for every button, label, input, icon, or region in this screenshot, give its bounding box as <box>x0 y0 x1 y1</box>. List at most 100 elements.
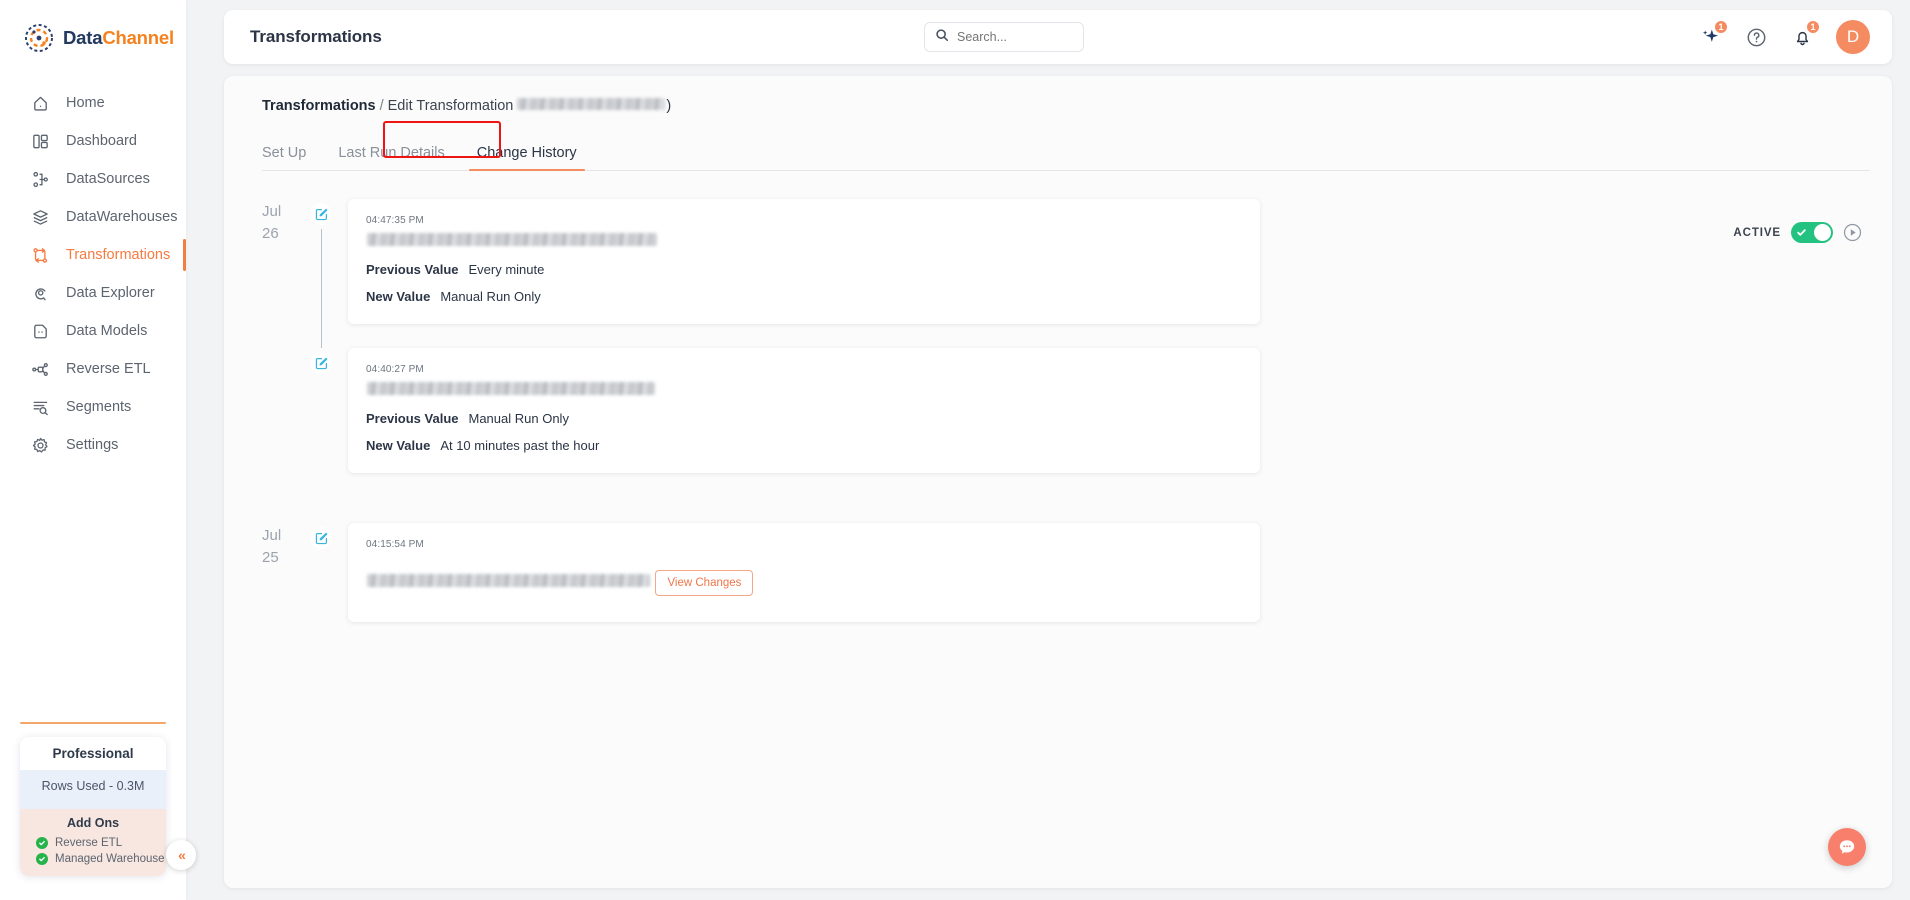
settings-icon <box>30 435 50 455</box>
transformations-icon <box>30 245 50 265</box>
tab-set-up[interactable]: Set Up <box>262 145 322 170</box>
plan-rows-used: Rows Used - 0.3M <box>20 770 166 809</box>
entry-field-value: Manual Run Only <box>440 289 541 304</box>
edit-entry-icon <box>310 527 332 549</box>
brand[interactable]: DataChannel <box>0 0 186 76</box>
plan-divider <box>20 722 166 724</box>
entry-field-value: At 10 minutes past the hour <box>440 438 600 453</box>
sidebar-item-dashboard[interactable]: Dashboard <box>0 122 186 160</box>
view-changes-button[interactable]: View Changes <box>655 570 754 596</box>
timeline-date-month: Jul <box>262 527 282 544</box>
edit-entry-icon <box>310 203 332 225</box>
entry-field: Previous Value Every minute <box>366 262 1240 277</box>
timeline-connector-line <box>321 229 322 348</box>
tabs: Set Up Last Run Details Change History <box>224 121 1892 171</box>
content-panel: Transformations / Edit Transformation ) … <box>224 76 1892 888</box>
timeline-date-month: Jul <box>262 203 282 220</box>
sidebar-item-segments[interactable]: Segments <box>0 388 186 426</box>
sidebar-item-label: DataSources <box>66 171 150 187</box>
change-entry-card: 04:47:35 PM Previous Value Every minute … <box>348 199 1260 324</box>
timeline-date: Jul 25 <box>224 523 294 646</box>
entry-timestamp: 04:40:27 PM <box>366 364 424 375</box>
change-history-timeline: Jul 26 04:47:35 PM Previous Value Every … <box>224 171 1892 646</box>
breadcrumb: Transformations / Edit Transformation ) <box>224 76 1892 114</box>
timeline-rail <box>294 348 348 497</box>
search-icon <box>935 28 949 47</box>
timeline-group: Jul 26 04:47:35 PM Previous Value Every … <box>224 199 1892 348</box>
page-title: Transformations <box>250 27 382 46</box>
timeline-entries: 04:47:35 PM Previous Value Every minute … <box>348 199 1260 348</box>
sidebar-item-label: Home <box>66 95 105 111</box>
timeline-date-day: 26 <box>262 224 279 242</box>
sidebar-item-data-explorer[interactable]: Data Explorer <box>0 274 186 312</box>
breadcrumb-root[interactable]: Transformations <box>262 98 376 114</box>
data-explorer-icon <box>30 283 50 303</box>
edit-entry-icon <box>310 352 332 374</box>
chat-support-button[interactable] <box>1828 828 1866 866</box>
datachannel-logo-icon <box>24 23 54 53</box>
sidebar-collapse-button[interactable]: « <box>166 840 196 870</box>
entry-field-value: Manual Run Only <box>468 411 569 426</box>
tab-change-history[interactable]: Change History <box>461 145 593 171</box>
notifications-button[interactable]: 1 <box>1790 20 1820 49</box>
entry-field: Previous Value Manual Run Only <box>366 411 1240 426</box>
chat-bubble-icon <box>1837 837 1857 857</box>
sidebar-item-home[interactable]: Home <box>0 84 186 122</box>
datawarehouses-icon <box>30 207 50 227</box>
breadcrumb-current: Edit Transformation <box>387 98 514 114</box>
sidebar-item-label: DataWarehouses <box>66 209 178 225</box>
topbar-actions: 1 1 D <box>1698 20 1870 54</box>
timeline-rail <box>294 523 348 646</box>
sidebar-item-datawarehouses[interactable]: DataWarehouses <box>0 198 186 236</box>
sidebar-item-settings[interactable]: Settings <box>0 426 186 464</box>
plan-card[interactable]: Professional Rows Used - 0.3M Add Ons Re… <box>20 737 166 876</box>
sidebar-item-data-models[interactable]: Data Models <box>0 312 186 350</box>
breadcrumb-close-paren: ) <box>666 98 672 114</box>
search-input[interactable] <box>957 30 1067 44</box>
entry-timestamp: 04:15:54 PM <box>366 539 424 550</box>
timeline-rail <box>294 199 348 348</box>
timeline-group: Jul 25 04:15:54 PM View Changes <box>224 523 1892 646</box>
sidebar-item-reverse-etl[interactable]: Reverse ETL <box>0 350 186 388</box>
main-content: Transformations 1 1 D <box>186 0 1910 900</box>
timeline-entries: 04:15:54 PM View Changes <box>348 523 1260 646</box>
plan-addon-label: Managed Warehouse <box>55 853 165 865</box>
entry-field: New Value Manual Run Only <box>366 289 1240 304</box>
sidebar: DataChannel Home Dashboard DataSources D… <box>0 0 186 900</box>
brand-text-part2: Channel <box>102 27 174 48</box>
reverse-etl-icon <box>30 359 50 379</box>
segments-icon <box>30 397 50 417</box>
topbar: Transformations 1 1 D <box>224 10 1892 64</box>
entry-field-label: Previous Value <box>366 262 459 277</box>
home-icon <box>30 93 50 113</box>
check-circle-icon <box>36 837 48 849</box>
help-button[interactable] <box>1744 25 1768 49</box>
entry-title-redacted <box>367 574 650 587</box>
breadcrumb-redacted-name <box>517 98 666 110</box>
entry-field: New Value At 10 minutes past the hour <box>366 438 1240 453</box>
breadcrumb-separator: / <box>379 98 384 114</box>
plan-addon-item: Reverse ETL <box>36 835 166 851</box>
brand-text: DataChannel <box>63 27 174 49</box>
sidebar-item-transformations[interactable]: Transformations <box>0 236 186 274</box>
active-accent-bar <box>183 239 186 271</box>
sidebar-item-label: Segments <box>66 399 132 415</box>
entry-title-redacted <box>367 382 655 395</box>
entry-field-label: New Value <box>366 438 431 453</box>
brand-text-part1: Data <box>63 27 103 48</box>
tab-last-run-details[interactable]: Last Run Details <box>322 145 460 170</box>
timeline-date-placeholder <box>224 348 294 497</box>
notification-badge: 1 <box>1806 20 1820 34</box>
ai-sparkle-button[interactable]: 1 <box>1698 20 1728 49</box>
change-entry-card: 04:40:27 PM Previous Value Manual Run On… <box>348 348 1260 473</box>
datasources-icon <box>30 169 50 189</box>
entry-field-label: Previous Value <box>366 411 459 426</box>
plan-section: Professional Rows Used - 0.3M Add Ons Re… <box>0 722 186 876</box>
sidebar-item-datasources[interactable]: DataSources <box>0 160 186 198</box>
search-box[interactable] <box>924 22 1084 52</box>
user-avatar[interactable]: D <box>1836 20 1870 54</box>
plan-addons-list: Reverse ETL Managed Warehouse <box>20 835 166 876</box>
timeline-entries: 04:40:27 PM Previous Value Manual Run On… <box>348 348 1260 497</box>
plan-addon-item: Managed Warehouse <box>36 851 166 867</box>
